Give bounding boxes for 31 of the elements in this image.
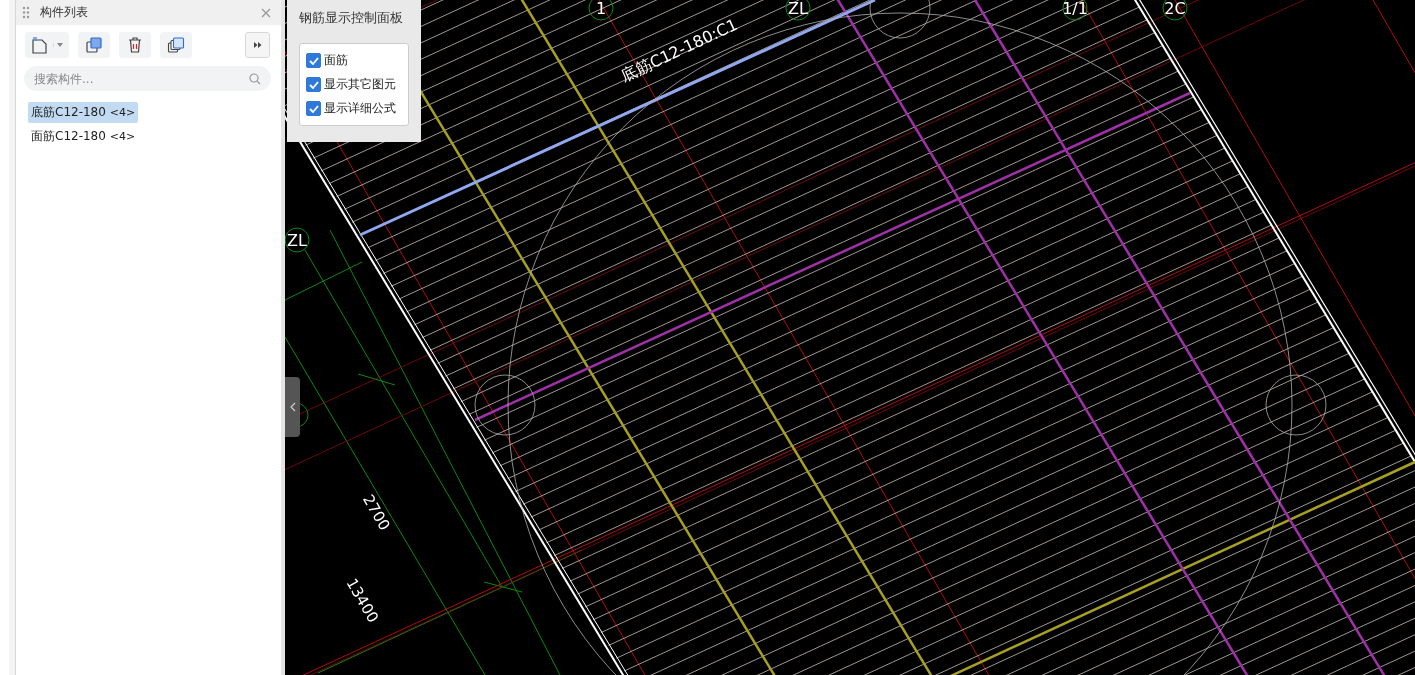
duplicate-button[interactable] xyxy=(160,32,192,58)
axis-bubble: ZL xyxy=(785,0,811,21)
axis-bubble: 1/1 xyxy=(1062,0,1088,21)
option-label: 面筋 xyxy=(324,52,348,69)
option-label: 显示详细公式 xyxy=(324,100,396,117)
collapse-handle[interactable] xyxy=(285,377,300,437)
new-button[interactable] xyxy=(25,32,69,58)
axis-bubble: 2C xyxy=(1162,0,1188,21)
axis-bubble: 1 xyxy=(588,0,614,21)
axis-bubble: ZL xyxy=(285,227,310,253)
double-arrow-icon xyxy=(253,42,262,48)
caret-icon[interactable] xyxy=(53,43,63,47)
checkbox[interactable] xyxy=(306,77,321,92)
panel-title: 构件列表 xyxy=(40,4,89,21)
expand-button[interactable] xyxy=(245,32,270,58)
search-icon xyxy=(249,73,261,85)
option-label: 显示其它图元 xyxy=(324,76,396,93)
stacked-copies-icon xyxy=(167,36,185,54)
component-item[interactable]: 底筋C12-180 <4> xyxy=(28,102,139,123)
copy-icon xyxy=(85,36,103,54)
checkbox[interactable] xyxy=(306,101,321,116)
drag-handle-icon[interactable] xyxy=(22,6,30,19)
trash-icon xyxy=(126,36,144,54)
component-item[interactable]: 面筋C12-180 <4> xyxy=(28,126,139,147)
copy-button[interactable] xyxy=(78,32,110,58)
control-panel-title: 钢筋显示控制面板 xyxy=(299,9,404,27)
new-file-icon xyxy=(31,36,49,54)
search-field[interactable]: 搜索构件... xyxy=(24,66,271,91)
delete-button[interactable] xyxy=(119,32,151,58)
checkbox[interactable] xyxy=(306,53,321,68)
close-icon[interactable] xyxy=(261,7,271,18)
